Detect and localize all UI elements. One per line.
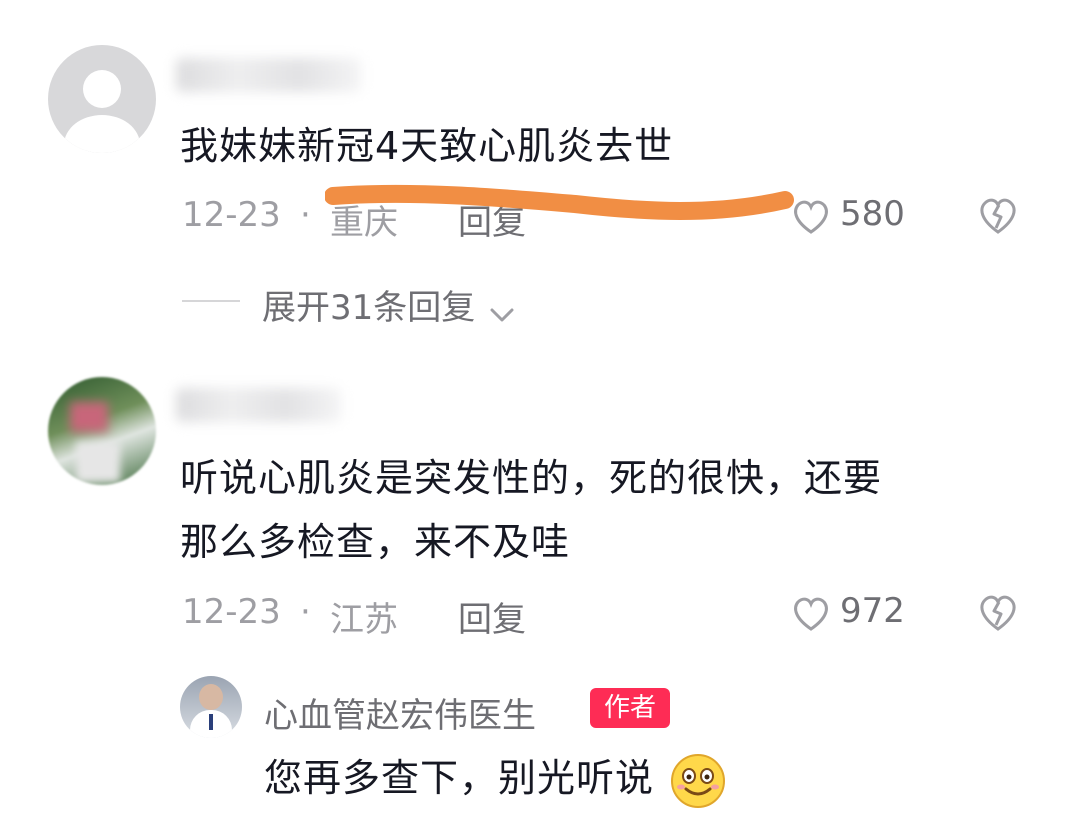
meta-dot: · [300,592,311,632]
meta-dot: · [300,195,311,235]
smile-emoji [671,753,726,808]
author-badge: 作者 [590,688,670,728]
avatar[interactable] [48,45,156,153]
comment-text: 我妹妹新冠4天致心肌炎去世 [180,124,674,168]
author-username[interactable]: 心血管赵宏伟医生 [264,688,536,737]
chevron-down-icon [490,308,514,321]
comment-date: 12-23 [182,195,281,235]
default-avatar-icon [64,70,140,153]
dislike-button[interactable] [976,195,1020,241]
author-avatar[interactable] [180,676,242,738]
heart-icon [794,200,828,234]
comment-location: 江苏 [330,600,398,640]
comment-text: 听说心肌炎是突发性的，死的很快，还要 那么多检查，来不及哇 [180,446,882,574]
comment-text-line: 那么多检查，来不及哇 [180,520,571,564]
expand-divider [182,300,240,302]
username-blurred[interactable] [176,388,341,422]
reply-text-content: 您再多查下，别光听说 [264,756,655,800]
comment-date: 12-23 [182,592,281,632]
avatar[interactable] [48,377,156,485]
expand-replies-label: 展开31条回复 [262,288,476,328]
username-blurred[interactable] [176,58,361,92]
like-count: 580 [840,194,905,234]
broken-heart-icon [980,595,1016,631]
reply-text: 您再多查下，别光听说 [264,746,727,810]
broken-heart-icon [980,198,1016,234]
like-count: 972 [840,591,905,631]
reply-button[interactable]: 回复 [458,592,526,641]
highlighter-stroke [325,184,794,220]
dislike-button[interactable] [976,592,1020,638]
comment-text-line: 听说心肌炎是突发性的，死的很快，还要 [180,456,883,500]
expand-replies-button[interactable]: 展开31条回复 [262,280,518,329]
heart-icon [794,597,828,631]
